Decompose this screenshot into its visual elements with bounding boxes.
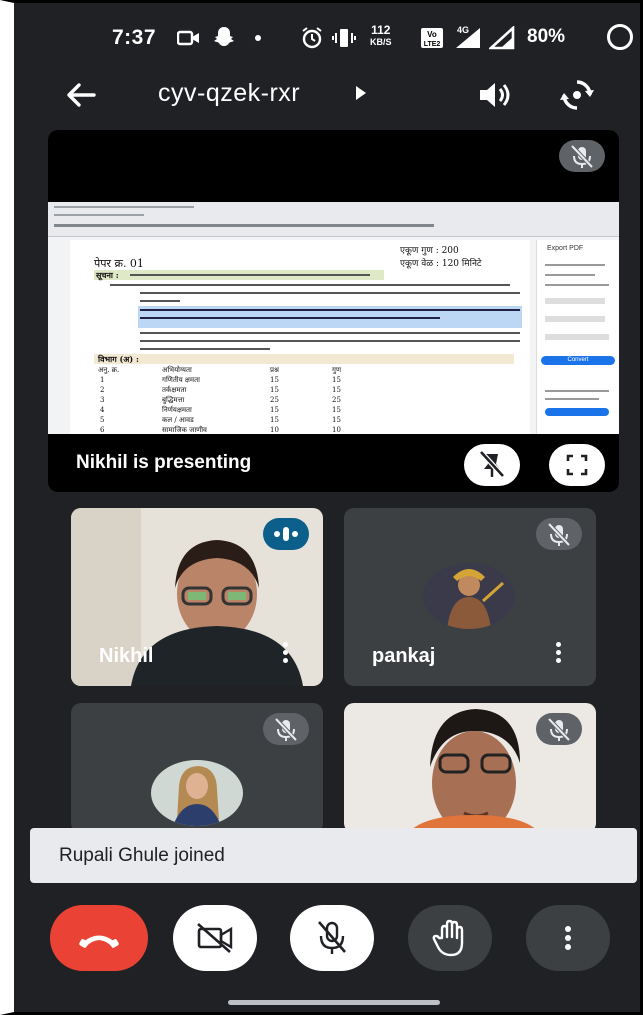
pdf-convert-button: Convert bbox=[541, 356, 615, 365]
signal-4g-icon: 4G bbox=[456, 25, 480, 48]
doc-total-time: एकूण वेळ : 120 मिनिटे bbox=[400, 259, 482, 269]
doc-table-cell: 3 bbox=[100, 396, 105, 404]
join-notification-toast: Rupali Ghule joined bbox=[30, 828, 637, 883]
svg-text:4G: 4G bbox=[457, 25, 469, 35]
pdf-viewer-toolbar bbox=[48, 202, 619, 237]
pdf-page: पेपर क्र. 01 एकूण गुण : 200 एकूण वेळ : 1… bbox=[70, 240, 530, 434]
presentation-tile[interactable]: पेपर क्र. 01 एकूण गुण : 200 एकूण वेळ : 1… bbox=[48, 130, 619, 492]
doc-table-cell: 6 bbox=[100, 426, 105, 434]
doc-section: विभाग (अ) : bbox=[98, 354, 139, 364]
presenter-muted-badge bbox=[559, 140, 605, 172]
mic-off-icon bbox=[547, 522, 571, 547]
mic-toggle-button[interactable] bbox=[290, 905, 374, 971]
meeting-code[interactable]: cyv-qzek-rxr bbox=[158, 79, 300, 108]
participant-tile-nikhil[interactable]: Nikhil bbox=[71, 508, 323, 686]
doc-table-cell: 5 bbox=[100, 416, 105, 424]
doc-table-cell: 15 bbox=[270, 376, 279, 384]
camera-toggle-button[interactable] bbox=[173, 905, 257, 971]
alarm-icon bbox=[302, 27, 322, 49]
camera-off-icon bbox=[197, 923, 233, 953]
speaking-indicator bbox=[263, 518, 309, 550]
muted-badge bbox=[536, 518, 582, 550]
doc-table-cell: 10 bbox=[332, 426, 341, 434]
shared-screen: पेपर क्र. 01 एकूण गुण : 200 एकूण वेळ : 1… bbox=[48, 202, 619, 434]
doc-table-cell: 15 bbox=[332, 376, 341, 384]
audio-level-icon bbox=[274, 527, 298, 541]
clock: 7:37 bbox=[112, 26, 157, 49]
doc-table-cell: 15 bbox=[332, 406, 341, 414]
doc-table-cell: 1 bbox=[100, 376, 105, 384]
battery-level: 80% bbox=[527, 26, 566, 47]
doc-table-cell: सामाजिक जाणीव bbox=[162, 426, 207, 434]
raise-hand-button[interactable] bbox=[408, 905, 492, 971]
switch-camera-icon[interactable] bbox=[558, 76, 596, 114]
doc-table-cell: 10 bbox=[270, 426, 279, 434]
doc-table-cell: तर्कक्षमता bbox=[162, 386, 187, 394]
presenting-label: Nikhil is presenting bbox=[76, 452, 252, 473]
doc-paper-no: पेपर क्र. 01 bbox=[94, 257, 144, 270]
mic-off-icon bbox=[318, 921, 346, 954]
participant-options-button[interactable] bbox=[556, 642, 562, 664]
participant-options-button[interactable] bbox=[283, 642, 289, 664]
fullscreen-icon bbox=[566, 454, 588, 476]
doc-table-cell: कल / आवड bbox=[162, 416, 194, 424]
hang-up-icon bbox=[79, 935, 119, 948]
doc-table-cell: 15 bbox=[332, 416, 341, 424]
doc-table-cell: गणितीय क्षमता bbox=[162, 376, 200, 384]
volte-icon: Vo LTE2 bbox=[421, 28, 443, 48]
more-options-button[interactable] bbox=[526, 905, 610, 971]
more-vert-icon bbox=[565, 926, 571, 950]
svg-text:Vo: Vo bbox=[427, 30, 437, 39]
doc-table-cell: 25 bbox=[270, 396, 279, 404]
meeting-details-arrow-icon[interactable] bbox=[356, 86, 366, 100]
speaker-icon[interactable] bbox=[477, 78, 513, 112]
signal-icon bbox=[489, 26, 515, 50]
net-speed: 112 KB/S bbox=[370, 23, 392, 47]
mic-off-icon bbox=[570, 144, 594, 169]
status-bar: 7:37 112 KB/S Vo LTE2 4G 80% bbox=[30, 18, 633, 58]
fullscreen-button[interactable] bbox=[549, 444, 605, 486]
pin-off-icon bbox=[479, 450, 505, 478]
meeting-topbar: cyv-qzek-rxr bbox=[30, 70, 620, 120]
mic-off-icon bbox=[274, 717, 298, 742]
battery-icon bbox=[607, 24, 633, 50]
raise-hand-icon bbox=[432, 919, 464, 957]
doc-table-cell: 4 bbox=[100, 406, 105, 414]
doc-notice: सूचना : bbox=[96, 270, 119, 280]
muted-badge bbox=[536, 713, 582, 745]
back-arrow-icon[interactable] bbox=[64, 78, 98, 112]
doc-table-cell: 15 bbox=[270, 386, 279, 394]
vibrate-icon bbox=[332, 29, 356, 47]
call-controls bbox=[30, 905, 620, 975]
participant-tile-pankaj[interactable]: pankaj bbox=[344, 508, 596, 686]
doc-table-cell: बुद्धिमत्ता bbox=[162, 396, 185, 404]
avatar bbox=[151, 760, 243, 826]
participant-tile-3[interactable] bbox=[71, 703, 323, 833]
participant-name: Nikhil bbox=[99, 645, 154, 667]
avatar bbox=[423, 563, 515, 629]
doc-total-marks: एकूण गुण : 200 bbox=[400, 246, 459, 256]
snapchat-icon bbox=[214, 27, 234, 46]
doc-table-cell: 25 bbox=[332, 396, 341, 404]
svg-text:LTE2: LTE2 bbox=[424, 41, 441, 48]
doc-table-cell: निर्णयक्षमता bbox=[162, 406, 192, 414]
muted-badge bbox=[263, 713, 309, 745]
doc-table-cell: 15 bbox=[270, 416, 279, 424]
participant-tile-4[interactable] bbox=[344, 703, 596, 833]
video-call-icon bbox=[177, 30, 199, 46]
dot-icon bbox=[255, 35, 261, 41]
end-call-button[interactable] bbox=[50, 905, 148, 971]
doc-table-cell: 2 bbox=[100, 386, 105, 394]
participant-name: pankaj bbox=[372, 645, 436, 667]
toast-text: Rupali Ghule joined bbox=[59, 845, 225, 866]
unpin-button[interactable] bbox=[464, 444, 520, 486]
home-indicator[interactable] bbox=[228, 1000, 440, 1005]
pdf-side-panel: Export PDF Convert bbox=[536, 240, 619, 434]
doc-table-cell: 15 bbox=[332, 386, 341, 394]
doc-table-cell: 15 bbox=[270, 406, 279, 414]
mic-off-icon bbox=[547, 717, 571, 742]
